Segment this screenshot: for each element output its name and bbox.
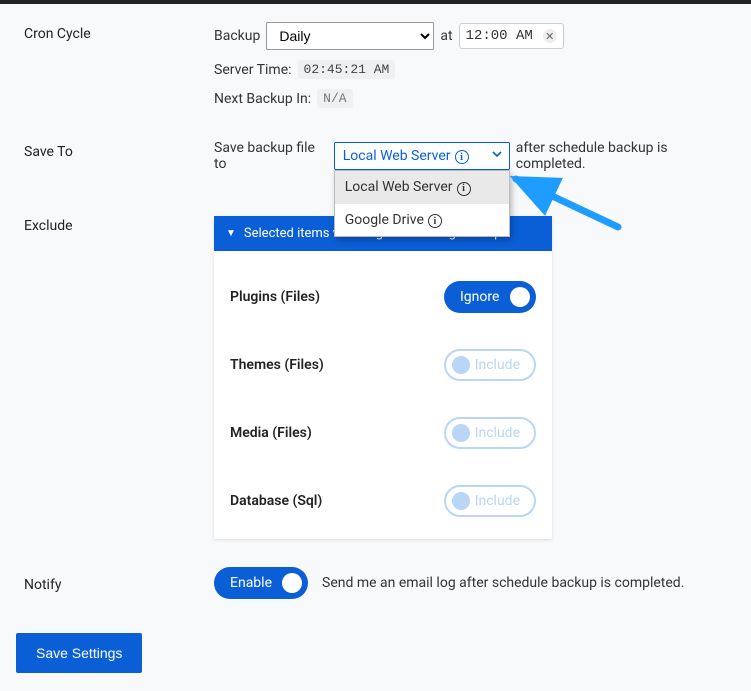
exclude-item-label: Database (Sql): [230, 493, 322, 509]
clear-time-icon[interactable]: ✕: [543, 29, 557, 43]
toggle-knob: [452, 356, 470, 374]
save-destination-select[interactable]: Local Web Server i: [334, 142, 510, 170]
save-destination-dropdown: Local Web Server i Google Drive i: [334, 170, 510, 237]
info-icon: i: [455, 150, 469, 164]
exclude-row-plugins: Plugins (Files) Ignore: [226, 263, 540, 331]
section-label-saveto: Save To: [16, 140, 214, 160]
save-destination-selected: Local Web Server: [343, 148, 451, 164]
section-label-notify: Notify: [16, 573, 214, 593]
next-backup-label: Next Backup In:: [214, 91, 311, 107]
exclude-row-themes: Themes (Files) Include: [226, 331, 540, 399]
server-time-label: Server Time:: [214, 62, 292, 78]
dropdown-option-gdrive[interactable]: Google Drive i: [335, 204, 509, 237]
exclude-row-media: Media (Files) Include: [226, 399, 540, 467]
section-label-exclude: Exclude: [16, 216, 214, 234]
saveto-prefix: Save backup file to: [214, 140, 328, 172]
notify-description: Send me an email log after schedule back…: [322, 575, 684, 591]
exclude-card: ▼ Selected items will be ignored during …: [214, 216, 552, 539]
exclude-item-label: Plugins (Files): [230, 289, 320, 305]
info-icon: i: [457, 182, 471, 196]
save-settings-button[interactable]: Save Settings: [16, 633, 142, 673]
toggle-knob: [452, 424, 470, 442]
disclosure-triangle-icon: ▼: [226, 228, 236, 239]
toggle-plugins[interactable]: Ignore: [444, 281, 536, 313]
server-time-value: 02:45:21 AM: [298, 60, 396, 79]
toggle-knob: [510, 287, 530, 307]
next-backup-value: N/A: [317, 89, 352, 108]
toggle-knob: [282, 573, 302, 593]
dropdown-option-local[interactable]: Local Web Server i: [335, 171, 509, 204]
toggle-media[interactable]: Include: [444, 417, 536, 449]
backup-label: Backup: [214, 28, 260, 44]
exclude-item-label: Media (Files): [230, 425, 312, 441]
at-label: at: [440, 28, 452, 44]
saveto-suffix: after schedule backup is completed.: [516, 140, 735, 172]
backup-time-input[interactable]: 12:00 AM ✕: [459, 23, 564, 49]
exclude-item-label: Themes (Files): [230, 357, 324, 373]
toggle-database[interactable]: Include: [444, 485, 536, 517]
backup-time-value: 12:00 AM: [466, 28, 533, 44]
info-icon: i: [428, 214, 442, 228]
backup-frequency-select[interactable]: Daily: [266, 22, 434, 50]
exclude-row-database: Database (Sql) Include: [226, 467, 540, 535]
section-label-cron: Cron Cycle: [16, 22, 214, 42]
toggle-themes[interactable]: Include: [444, 349, 536, 381]
chevron-down-icon: [491, 148, 503, 164]
toggle-knob: [452, 492, 470, 510]
notify-toggle[interactable]: Enable: [214, 567, 308, 599]
